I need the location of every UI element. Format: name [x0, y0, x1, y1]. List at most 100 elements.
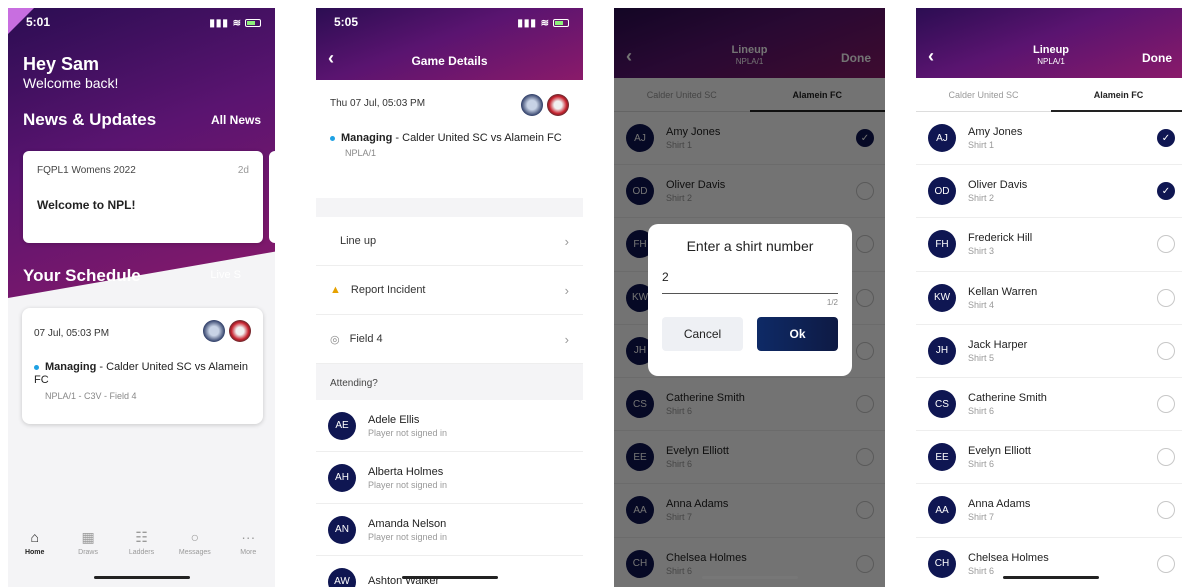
tab-home[interactable]: ⌂ Home	[10, 529, 60, 587]
status-icons: ▮▮▮ ≋	[517, 15, 569, 29]
home-indicator	[401, 576, 498, 579]
menu-report-incident[interactable]: ▲ Report Incident ›	[316, 266, 583, 315]
status-dot-icon	[34, 364, 39, 370]
attendee-row[interactable]: AE Adele Ellis Player not signed in	[316, 400, 583, 452]
attendee-row[interactable]: AW Ashton Walker	[316, 556, 583, 587]
avatar: AA	[928, 496, 956, 525]
avatar: EE	[928, 443, 956, 472]
home-indicator	[701, 576, 798, 579]
warning-icon: ▲	[330, 284, 341, 296]
home-indicator	[93, 576, 190, 579]
greeting: Hey Sam	[23, 54, 100, 74]
attendee-row[interactable]: AH Alberta Holmes Player not signed in	[316, 452, 583, 504]
status-time: 5:01	[26, 15, 51, 29]
avatar: FH	[928, 230, 956, 259]
shirt-number-input[interactable]: 2	[662, 270, 838, 294]
tab-alamein-fc[interactable]: Alamein FC	[1051, 78, 1182, 112]
attendee-row[interactable]: AN Amanda Nelson Player not signed in	[316, 504, 583, 556]
done-button[interactable]: Done	[1142, 51, 1172, 65]
schedule-game-card[interactable]: 07 Jul, 05:03 PM Managing - Calder Unite…	[22, 308, 263, 424]
avatar: CH	[928, 549, 956, 578]
unchecked-circle-icon[interactable]	[1157, 554, 1175, 573]
news-age: 2d	[237, 165, 249, 176]
player-row[interactable]: EEEvelyn ElliottShirt 6	[916, 431, 1182, 485]
live-scores-link[interactable]: Live S	[210, 269, 241, 281]
tab-more[interactable]: ··· More	[223, 529, 273, 587]
game-menu: Line up › ▲ Report Incident › ◎ Field 4 ›	[316, 217, 583, 364]
game-meta: NPLA/1	[345, 148, 377, 158]
player-row[interactable]: AJAmy JonesShirt 1✓	[916, 112, 1182, 166]
avatar: JH	[928, 336, 956, 365]
player-row[interactable]: AAAnna AdamsShirt 7	[916, 484, 1182, 538]
avatar: AE	[328, 411, 356, 440]
draws-icon: ▦	[81, 529, 95, 545]
status-bar: 5:01 ▮▮▮ ≋	[8, 8, 275, 36]
calder-crest-icon	[203, 320, 225, 342]
lineup-modal-screen: ‹ LineupNPLA/1 Done Calder United SC Ala…	[614, 8, 885, 587]
unchecked-circle-icon[interactable]	[1157, 235, 1175, 254]
chevron-right-icon: ›	[564, 282, 569, 298]
player-row[interactable]: CHChelsea HolmesShirt 6	[916, 538, 1182, 587]
char-counter: 1/2	[826, 298, 838, 307]
player-list: AJAmy JonesShirt 1✓ ODOliver DavisShirt …	[916, 112, 1182, 587]
game-info: Thu 07 Jul, 05:03 PM Managing - Calder U…	[316, 80, 583, 198]
welcome-text: Welcome back!	[23, 75, 119, 91]
avatar: AJ	[928, 124, 956, 153]
home-indicator	[1003, 576, 1099, 579]
unchecked-circle-icon[interactable]	[1157, 341, 1175, 360]
unchecked-circle-icon[interactable]	[1157, 448, 1175, 467]
schedule-section-title: Your Schedule	[23, 266, 141, 285]
player-row[interactable]: CSCatherine SmithShirt 6	[916, 378, 1182, 432]
menu-lineup[interactable]: Line up ›	[316, 217, 583, 266]
home-screen: 5:01 ▮▮▮ ≋ Hey Sam Welcome back! News & …	[8, 8, 275, 587]
avatar: KW	[928, 283, 956, 312]
signal-icon: ▮▮▮ ≋	[209, 18, 242, 29]
cancel-button[interactable]: Cancel	[662, 317, 743, 351]
game-details-header: 5:05 ▮▮▮ ≋ ‹ Game Details	[316, 8, 583, 80]
game-role: Managing - Calder United SC vs Alamein F…	[34, 361, 248, 386]
news-competition: FQPL1 Womens 2022	[37, 165, 136, 176]
all-news-link[interactable]: All News	[211, 113, 261, 127]
alamein-crest-icon	[547, 94, 569, 116]
messages-icon: ○	[190, 529, 200, 545]
player-row[interactable]: OD Oliver Davis Shirt 2 ✓	[916, 165, 1182, 219]
more-icon: ···	[241, 529, 256, 545]
page-title: Game Details	[411, 54, 488, 68]
attending-label: Attending?	[330, 378, 378, 389]
game-meta: NPLA/1 - C3V - Field 4	[45, 391, 137, 401]
unchecked-circle-icon[interactable]	[1157, 395, 1175, 414]
team-crests	[521, 94, 569, 116]
avatar: CS	[928, 390, 956, 419]
ladders-icon: ☷	[135, 529, 148, 545]
battery-icon	[245, 18, 261, 27]
check-icon[interactable]: ✓	[1157, 129, 1175, 148]
unchecked-circle-icon[interactable]	[1157, 501, 1175, 520]
status-dot-icon	[330, 135, 335, 141]
team-crests	[203, 320, 251, 342]
game-role: Managing - Calder United SC vs Alamein F…	[330, 132, 569, 144]
dialog-title: Enter a shirt number	[686, 238, 814, 254]
ok-button[interactable]: Ok	[757, 317, 838, 351]
chevron-right-icon: ›	[564, 233, 569, 249]
status-bar: 5:05 ▮▮▮ ≋	[316, 8, 583, 36]
shirt-number-dialog: Enter a shirt number 2 1/2 Cancel Ok	[648, 224, 852, 376]
team-tabs: Calder United SC Alamein FC	[916, 78, 1182, 112]
screenshot-collage: 5:01 ▮▮▮ ≋ Hey Sam Welcome back! News & …	[0, 0, 1182, 587]
player-row[interactable]: JHJack HarperShirt 5	[916, 325, 1182, 378]
attendee-list: AE Adele Ellis Player not signed in AH Albe…	[316, 400, 583, 587]
news-card[interactable]: FQPL1 Womens 2022 2d Welcome to NPL!	[23, 151, 263, 243]
menu-field[interactable]: ◎ Field 4 ›	[316, 315, 583, 364]
status-time: 5:05	[334, 15, 359, 29]
calder-crest-icon	[521, 94, 543, 116]
player-row[interactable]: FHFrederick HillShirt 3	[916, 218, 1182, 272]
next-news-card[interactable]	[269, 151, 275, 243]
chevron-right-icon: ›	[564, 331, 569, 347]
unchecked-circle-icon[interactable]	[1157, 288, 1175, 307]
home-icon: ⌂	[30, 529, 39, 545]
news-section-title: News & Updates	[23, 110, 157, 129]
avatar: AN	[328, 515, 356, 544]
news-headline: Welcome to NPL!	[37, 198, 136, 212]
player-row[interactable]: KWKellan WarrenShirt 4	[916, 272, 1182, 325]
check-icon[interactable]: ✓	[1157, 182, 1175, 201]
tab-calder-united[interactable]: Calder United SC	[916, 78, 1051, 111]
